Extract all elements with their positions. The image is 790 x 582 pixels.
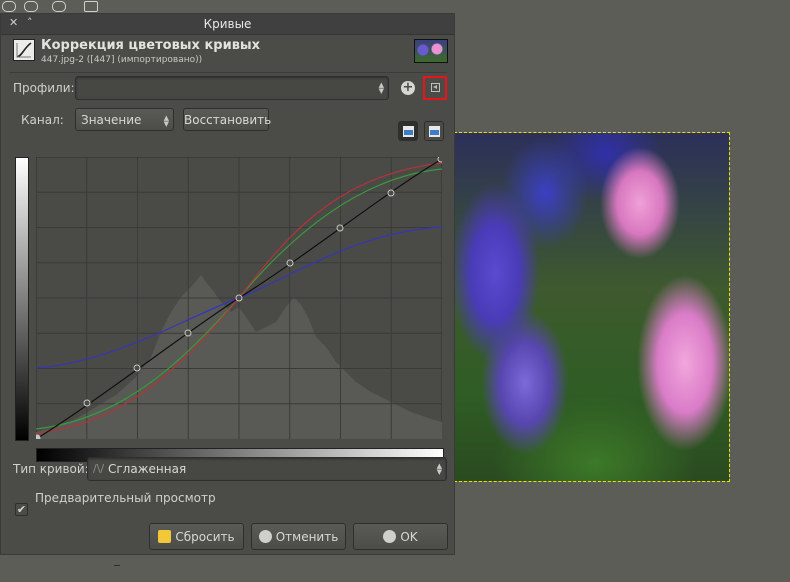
preview-label: Предварительный просмотр bbox=[35, 491, 216, 505]
profiles-combo[interactable]: ▲ ▼ bbox=[75, 76, 389, 100]
profiles-label: Профили: bbox=[13, 81, 75, 95]
channel-label: Канал: bbox=[21, 113, 64, 127]
reset-icon bbox=[158, 530, 172, 543]
tool-icon[interactable] bbox=[2, 1, 16, 12]
image-thumbnail bbox=[414, 39, 448, 63]
curves-tool-icon bbox=[13, 39, 35, 61]
lasso-icon[interactable] bbox=[52, 1, 66, 12]
channel-select-value: Значение bbox=[81, 113, 142, 127]
smooth-curve-icon: /\/ bbox=[93, 462, 105, 475]
add-profile-icon[interactable]: + bbox=[401, 81, 415, 95]
reset-button-label: Сбросить bbox=[175, 530, 235, 544]
vertical-gradient-bar bbox=[15, 157, 29, 441]
reset-channel-button[interactable]: Восстановить bbox=[183, 108, 271, 131]
curve-point[interactable] bbox=[235, 294, 243, 302]
log-histogram-button[interactable] bbox=[424, 121, 444, 141]
divider bbox=[9, 72, 447, 73]
dialog-header-subtitle: 447.jpg-2 ([447] (импортировано)) bbox=[41, 55, 203, 65]
ok-icon bbox=[383, 530, 397, 543]
cancel-button[interactable]: Отменить bbox=[251, 523, 346, 550]
cancel-icon bbox=[258, 530, 272, 543]
curve-type-label: Тип кривой: bbox=[13, 462, 89, 476]
channel-select[interactable]: Значение ▲ ▼ bbox=[75, 108, 174, 131]
preview-checkbox[interactable]: ✔ bbox=[15, 503, 28, 516]
dialog-header-title: Коррекция цветовых кривых bbox=[41, 38, 261, 53]
window-title: Кривые bbox=[203, 17, 252, 31]
ok-button[interactable]: OK bbox=[353, 523, 448, 550]
curve-point[interactable] bbox=[336, 224, 344, 232]
toolbox-top bbox=[0, 0, 120, 12]
image-canvas[interactable] bbox=[454, 132, 730, 482]
curve-point[interactable] bbox=[36, 434, 41, 439]
titlebar[interactable]: ✕ ˄ Кривые bbox=[1, 14, 454, 35]
curves-dialog: ✕ ˄ Кривые Коррекция цветовых кривых 447… bbox=[0, 13, 455, 555]
curve-editor[interactable] bbox=[36, 157, 442, 439]
hyacinth-photo bbox=[455, 133, 729, 481]
spin-arrows-icon: ▲ ▼ bbox=[378, 81, 384, 95]
curve-point[interactable] bbox=[387, 189, 395, 197]
ok-button-label: OK bbox=[400, 530, 418, 544]
curve-point[interactable] bbox=[133, 364, 141, 372]
profile-menu-button[interactable] bbox=[423, 76, 447, 100]
curve-type-value: Сглаженная bbox=[108, 462, 187, 476]
ellipse-select-icon[interactable] bbox=[24, 1, 38, 12]
curve-point[interactable] bbox=[437, 157, 442, 163]
linear-histogram-button[interactable] bbox=[398, 121, 418, 141]
cancel-button-label: Отменить bbox=[275, 530, 339, 544]
spin-arrows-icon: ▲ ▼ bbox=[436, 462, 442, 476]
spin-arrows-icon: ▲ ▼ bbox=[163, 114, 169, 128]
curve-point[interactable] bbox=[286, 259, 294, 267]
curve-point[interactable] bbox=[83, 399, 91, 407]
reset-button[interactable]: Сбросить bbox=[149, 523, 244, 550]
menu-arrow-icon bbox=[431, 83, 440, 92]
fuzzy-select-icon[interactable] bbox=[84, 1, 98, 12]
curve-type-combo[interactable]: /\/ Сглаженная ▲ ▼ bbox=[87, 457, 447, 481]
curve-point[interactable] bbox=[184, 329, 192, 337]
